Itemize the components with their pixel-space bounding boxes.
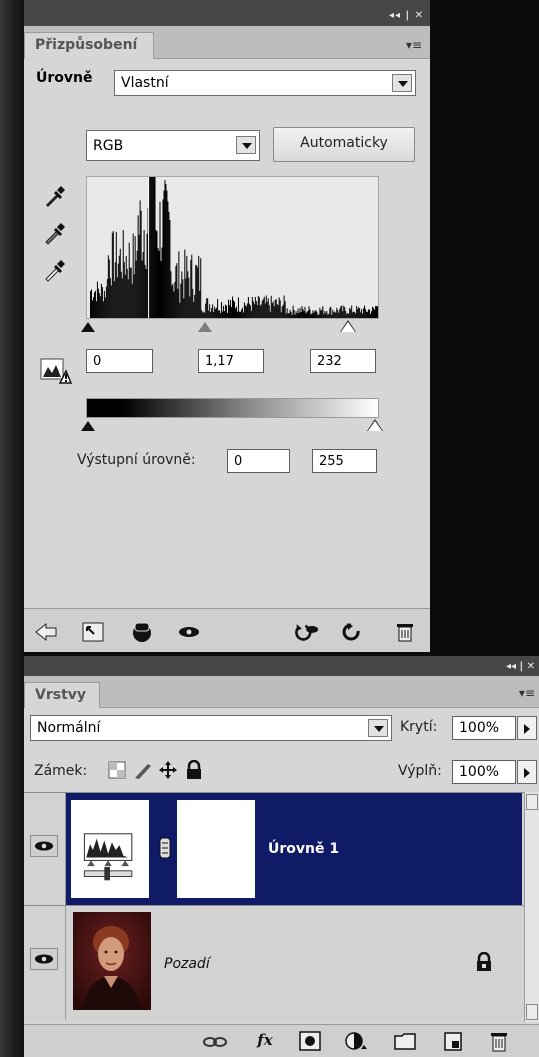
mask-link-icon[interactable] — [158, 837, 172, 859]
preset-select-value: Vlastní — [121, 75, 169, 91]
lock-all-icon[interactable] — [184, 760, 204, 780]
black-point-handle[interactable] — [81, 322, 95, 332]
adjustments-titlebar: ◂◂ | ✕ — [24, 0, 430, 26]
layer-name-levels[interactable]: Úrovně 1 — [268, 841, 339, 857]
layers-tabrow: Vrstvy ▾≡ — [24, 676, 539, 708]
chevron-down-icon[interactable] — [392, 74, 412, 92]
fill-label: Výplň: — [398, 763, 442, 779]
layers-titlebar: ◂◂ | ✕ — [24, 656, 539, 676]
layer-row-background[interactable]: Pozadí — [24, 905, 524, 1020]
gamma-handle[interactable] — [198, 322, 212, 332]
eye-icon[interactable] — [30, 948, 58, 970]
panel-menu-icon[interactable]: ▾≡ — [519, 686, 535, 700]
layer-mask-thumbnail[interactable] — [177, 800, 255, 898]
clipping-warning-icon[interactable] — [40, 355, 72, 385]
visibility-cell — [24, 793, 66, 905]
lock-transparency-icon[interactable] — [107, 760, 127, 780]
expand-view-icon[interactable] — [81, 621, 105, 643]
fill-field[interactable]: 100% — [452, 760, 516, 784]
opacity-label: Krytí: — [400, 719, 438, 735]
layers-panel: ◂◂ | ✕ Vrstvy ▾≡ Normální Krytí: 100% Zá… — [24, 656, 539, 1057]
opacity-slider-button[interactable] — [517, 716, 537, 740]
collapse-close-icon[interactable]: ◂◂ | ✕ — [389, 10, 424, 21]
layers-scrollbar[interactable] — [524, 792, 539, 1022]
adjustments-tabrow: Přizpůsobení ▾≡ — [24, 26, 430, 59]
layers-footer: fx — [24, 1024, 539, 1057]
reset-icon[interactable] — [341, 621, 365, 643]
trash-icon[interactable] — [393, 621, 417, 643]
collapse-close-icon[interactable]: ◂◂ | ✕ — [506, 661, 535, 672]
visibility-eye-icon[interactable] — [177, 621, 201, 643]
scroll-down-icon[interactable] — [526, 1004, 538, 1020]
adjustments-footer — [24, 608, 430, 652]
output-black-field[interactable]: 0 — [227, 449, 290, 473]
trash-icon[interactable] — [487, 1029, 511, 1053]
chevron-down-icon[interactable] — [236, 136, 256, 154]
opacity-field[interactable]: 100% — [452, 716, 516, 740]
channel-select-value: RGB — [93, 138, 124, 154]
new-group-folder-icon[interactable] — [393, 1030, 417, 1052]
auto-button[interactable]: Automaticky — [273, 127, 415, 162]
back-arrow-icon[interactable] — [34, 621, 58, 643]
input-black-field[interactable]: 0 — [86, 349, 153, 373]
adjustments-panel: ◂◂ | ✕ Přizpůsobení ▾≡ Úrovně Vlastní RG… — [24, 0, 430, 652]
output-black-handle[interactable] — [81, 421, 95, 431]
blend-mode-value: Normální — [37, 720, 101, 736]
adjustment-title: Úrovně — [36, 70, 93, 86]
canvas-edge — [0, 0, 24, 1057]
black-eyedropper-icon[interactable] — [42, 183, 68, 209]
adjustment-thumbnail[interactable] — [71, 800, 149, 898]
background-thumbnail[interactable] — [73, 912, 151, 1010]
new-layer-icon[interactable] — [441, 1030, 465, 1052]
white-eyedropper-icon[interactable] — [42, 257, 68, 283]
gray-eyedropper-icon[interactable] — [42, 220, 68, 246]
input-gamma-field[interactable]: 1,17 — [198, 349, 264, 373]
layer-name-background[interactable]: Pozadí — [164, 956, 210, 972]
layer-list: Úrovně 1 Pozadí — [24, 792, 524, 1022]
eye-icon[interactable] — [30, 835, 58, 857]
lock-pixels-brush-icon[interactable] — [132, 760, 154, 780]
output-white-field[interactable]: 255 — [312, 449, 377, 473]
white-point-handle-fill — [341, 322, 355, 332]
link-layers-icon[interactable] — [202, 1033, 228, 1051]
tab-adjustments[interactable]: Přizpůsobení — [24, 32, 154, 59]
preset-select[interactable]: Vlastní — [114, 70, 416, 96]
output-gradient — [86, 398, 379, 418]
chevron-down-icon[interactable] — [368, 719, 388, 737]
histogram — [86, 176, 379, 319]
input-white-field[interactable]: 232 — [310, 349, 376, 373]
channel-select[interactable]: RGB — [86, 130, 260, 161]
lock-position-move-icon[interactable] — [158, 760, 178, 780]
fx-icon[interactable]: fx — [250, 1031, 280, 1053]
output-levels-label: Výstupní úrovně: — [77, 452, 196, 468]
layer-row-levels[interactable]: Úrovně 1 — [24, 793, 524, 905]
add-mask-icon[interactable] — [298, 1030, 322, 1052]
visibility-cell — [24, 906, 66, 1020]
view-previous-state-icon[interactable] — [295, 621, 319, 643]
levels-adjustment-icon — [83, 833, 133, 881]
tab-layers[interactable]: Vrstvy — [24, 682, 100, 708]
panel-menu-icon[interactable]: ▾≡ — [406, 38, 422, 52]
new-adjustment-layer-icon[interactable] — [343, 1030, 371, 1052]
blend-mode-select[interactable]: Normální — [30, 715, 392, 741]
layer-lock-icon — [477, 952, 491, 971]
clip-to-layer-icon[interactable] — [130, 621, 154, 643]
workspace: ◂◂ | ✕ Přizpůsobení ▾≡ Úrovně Vlastní RG… — [0, 0, 539, 1057]
output-white-handle-fill — [368, 421, 382, 431]
fill-slider-button[interactable] — [517, 760, 537, 784]
scroll-up-icon[interactable] — [526, 794, 538, 810]
lock-label: Zámek: — [34, 763, 88, 779]
